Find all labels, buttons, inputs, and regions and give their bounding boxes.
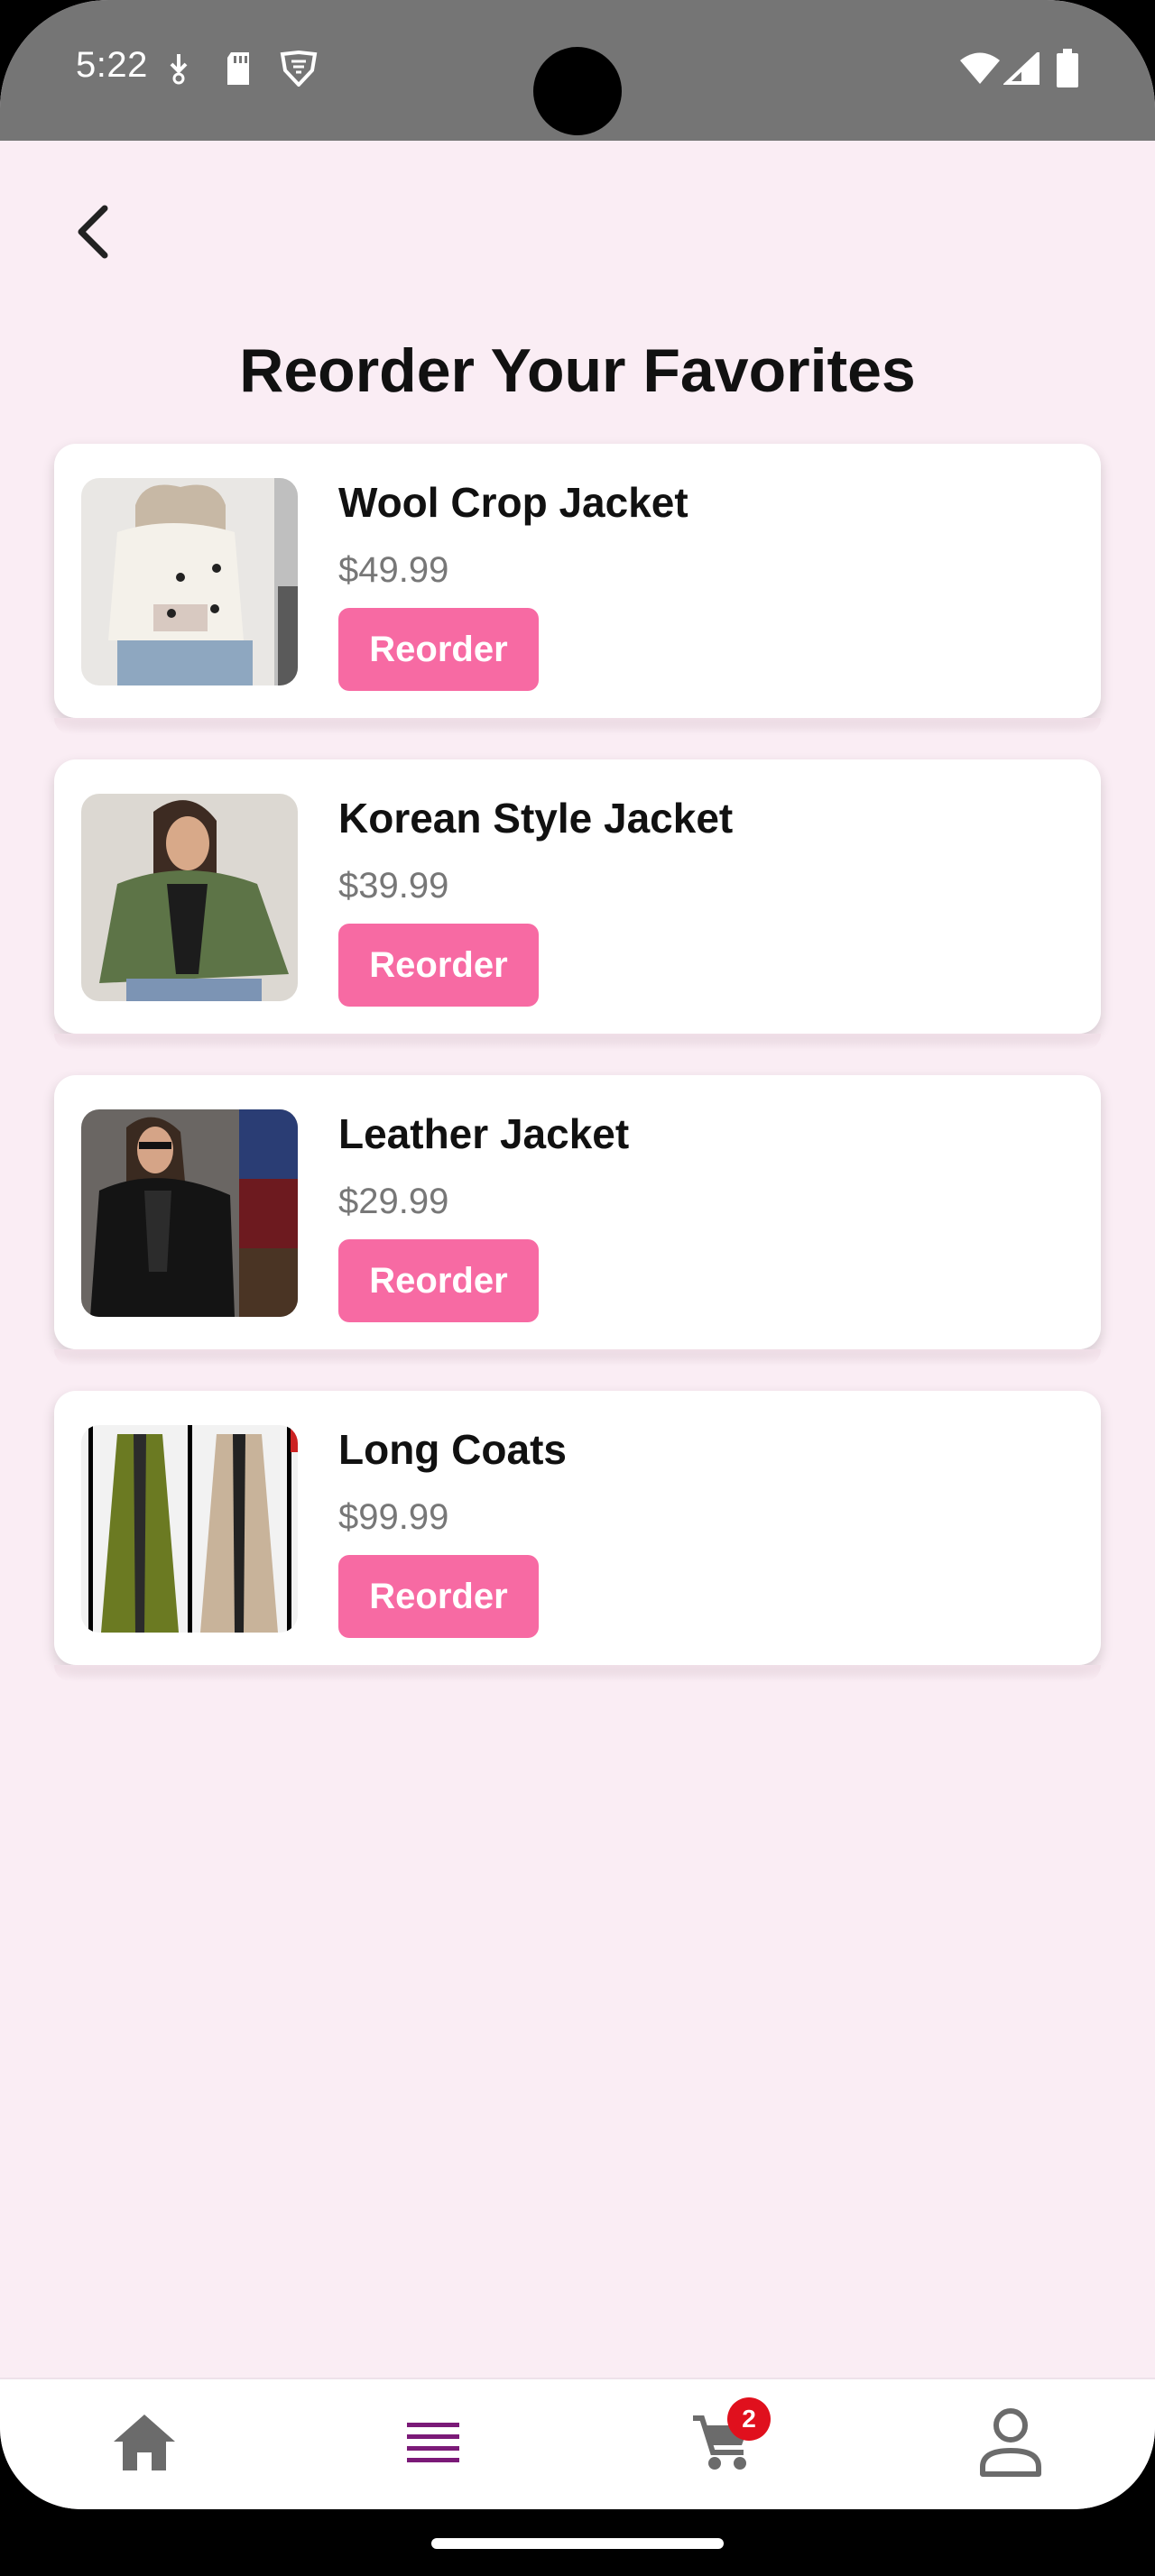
nav-cart[interactable]: 2 bbox=[668, 2397, 776, 2488]
nav-profile[interactable] bbox=[956, 2397, 1065, 2488]
product-image bbox=[81, 1109, 298, 1317]
reorder-button[interactable]: Reorder bbox=[338, 608, 539, 691]
cart-badge: 2 bbox=[727, 2397, 771, 2441]
status-time: 5:22 bbox=[76, 45, 148, 85]
item-price: $39.99 bbox=[338, 866, 449, 906]
item-name: Wool Crop Jacket bbox=[338, 479, 688, 526]
home-icon bbox=[114, 2415, 175, 2470]
list-item: Korean Style Jacket $39.99 Reorder bbox=[54, 759, 1101, 1050]
back-button[interactable] bbox=[56, 191, 128, 272]
vpn-shield-icon bbox=[280, 50, 318, 91]
list-item: Leather Jacket $29.99 Reorder bbox=[54, 1075, 1101, 1366]
page-title: Reorder Your Favorites bbox=[239, 336, 916, 405]
product-image bbox=[81, 478, 298, 685]
profile-icon bbox=[980, 2408, 1041, 2477]
item-price: $49.99 bbox=[338, 550, 449, 590]
nav-orders[interactable] bbox=[379, 2397, 487, 2488]
wifi-icon bbox=[958, 52, 1002, 89]
battery-icon bbox=[1056, 49, 1079, 93]
favorites-list: Wool Crop Jacket $49.99 Reorder Korean S… bbox=[54, 444, 1101, 1707]
status-bar: 5:22 bbox=[0, 0, 1155, 141]
bottom-navigation: 2 bbox=[0, 2378, 1155, 2509]
download-icon bbox=[166, 52, 191, 89]
item-price: $29.99 bbox=[338, 1182, 449, 1221]
list-item: Wool Crop Jacket $49.99 Reorder bbox=[54, 444, 1101, 734]
item-name: Korean Style Jacket bbox=[338, 795, 734, 842]
app-screen: 5:22 Reorder Your Favorites Wool Crop Ja… bbox=[0, 0, 1155, 2509]
item-price: $99.99 bbox=[338, 1497, 449, 1537]
back-arrow-icon bbox=[78, 205, 108, 259]
item-name: Leather Jacket bbox=[338, 1110, 630, 1157]
reorder-button[interactable]: Reorder bbox=[338, 924, 539, 1007]
item-name: Long Coats bbox=[338, 1426, 567, 1473]
phone-frame: 5:22 Reorder Your Favorites Wool Crop Ja… bbox=[0, 0, 1155, 2576]
sd-card-icon bbox=[224, 51, 253, 91]
product-image bbox=[81, 794, 298, 1001]
home-indicator[interactable] bbox=[431, 2538, 724, 2549]
reorder-button[interactable]: Reorder bbox=[338, 1239, 539, 1322]
signal-icon bbox=[1002, 50, 1040, 89]
front-camera bbox=[533, 47, 622, 135]
list-item: Long Coats $99.99 Reorder bbox=[54, 1391, 1101, 1681]
reorder-button[interactable]: Reorder bbox=[338, 1555, 539, 1638]
nav-home[interactable] bbox=[90, 2397, 199, 2488]
menu-icon bbox=[407, 2423, 459, 2462]
product-image bbox=[81, 1425, 298, 1633]
